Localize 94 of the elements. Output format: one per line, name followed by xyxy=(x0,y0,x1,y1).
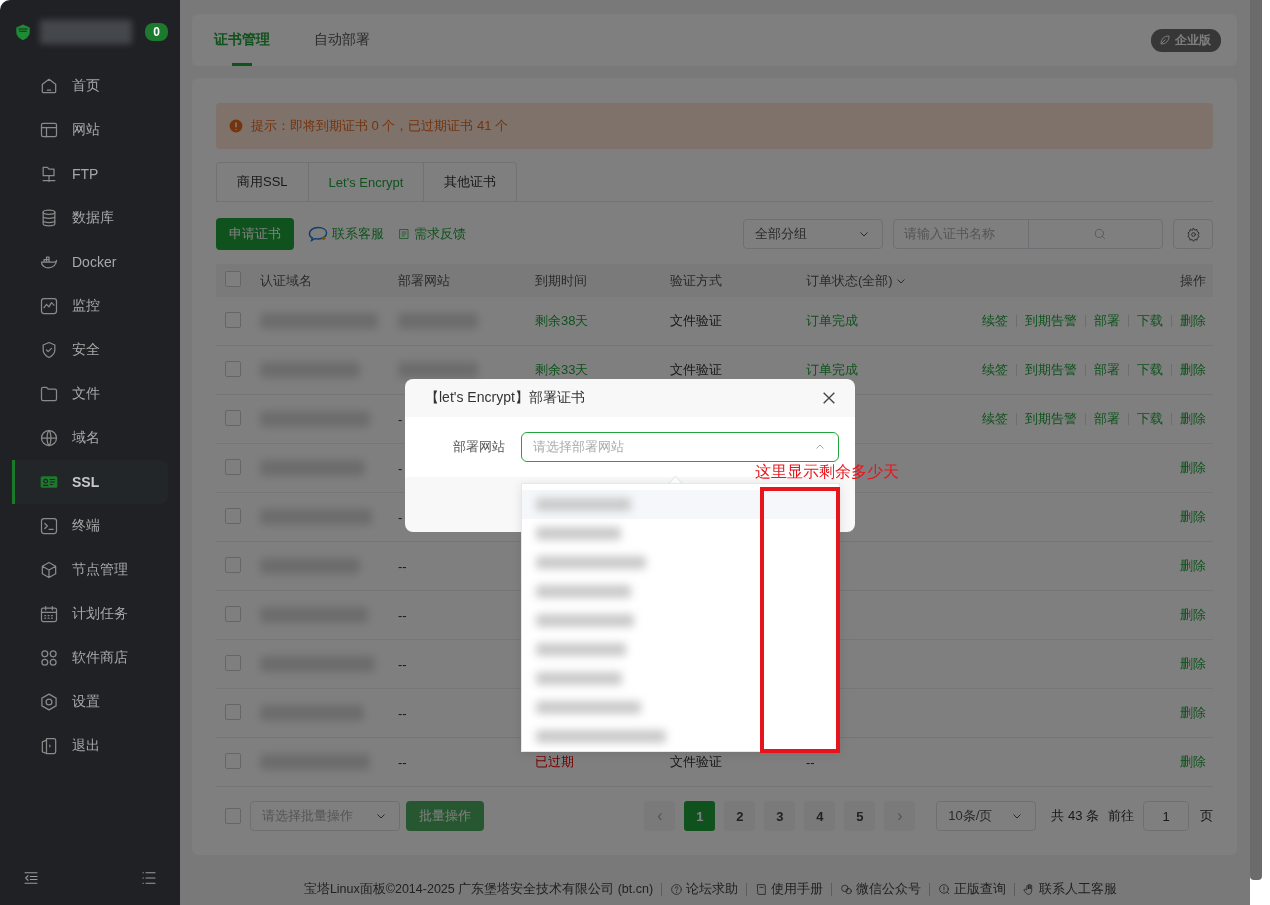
footer-link[interactable]: 正版查询 xyxy=(929,882,1015,896)
action-link[interactable]: 下载 xyxy=(1128,315,1171,327)
table-cell-text: -- xyxy=(398,607,408,623)
table-cell-text: 剩余33天 xyxy=(535,361,590,379)
dialog-title: 【let's Encrypt】部署证书 xyxy=(425,389,586,407)
prev-page-button[interactable]: ‹ xyxy=(644,801,676,831)
sidebar-item[interactable]: 终端 xyxy=(12,504,168,548)
page-button[interactable]: 3 xyxy=(764,801,796,831)
table-cell-text: 文件验证 xyxy=(670,753,723,771)
sidebar-item[interactable]: 节点管理 xyxy=(12,548,168,592)
column-header: 到期时间 xyxy=(535,271,588,290)
sidebar-item[interactable]: 网站 xyxy=(12,108,168,152)
action-link[interactable]: 到期告警 xyxy=(1016,413,1085,425)
action-link[interactable]: 续签 xyxy=(974,364,1016,376)
action-link[interactable]: 部署 xyxy=(1085,413,1128,425)
action-link[interactable]: 删除 xyxy=(1171,315,1206,327)
column-header: 认证域名 xyxy=(260,271,313,290)
sidebar-item[interactable]: 监控 xyxy=(12,284,168,328)
sidebar-item[interactable]: 设置 xyxy=(12,680,168,724)
column-header[interactable]: 订单状态(全部) xyxy=(806,271,1180,290)
action-link[interactable]: 删除 xyxy=(1172,511,1206,523)
table-cell-text: -- xyxy=(398,754,408,770)
action-link[interactable]: 删除 xyxy=(1172,609,1206,621)
page-button[interactable]: 1 xyxy=(684,801,716,831)
table-cell-text: 文件验证 xyxy=(670,361,723,379)
tab[interactable]: 其他证书 xyxy=(423,162,518,201)
action-link[interactable]: 下载 xyxy=(1128,413,1171,425)
action-link[interactable]: 删除 xyxy=(1172,560,1206,572)
sidebar-item[interactable]: 计划任务 xyxy=(12,592,168,636)
batch-button[interactable]: 批量操作 xyxy=(406,801,484,831)
action-link[interactable]: 删除 xyxy=(1172,462,1206,474)
action-link[interactable]: 部署 xyxy=(1085,315,1128,327)
group-select[interactable]: 全部分组 xyxy=(743,219,883,249)
table-cell-text: - xyxy=(398,460,404,476)
table-cell-text: - xyxy=(398,509,404,525)
page-button[interactable]: 5 xyxy=(844,801,876,831)
footer-link[interactable]: 论坛求助 xyxy=(661,882,747,896)
table-cell-text: -- xyxy=(806,754,816,770)
action-link[interactable]: 到期告警 xyxy=(1016,315,1085,327)
column-header: 操作 xyxy=(1180,271,1207,290)
page-input[interactable]: 1 xyxy=(1143,801,1189,831)
tab[interactable]: 自动部署 xyxy=(314,14,370,66)
goto-label: 前往 xyxy=(1108,807,1134,825)
sidebar-item[interactable]: 域名 xyxy=(12,416,168,460)
table-cell-text: -- xyxy=(398,656,408,672)
footer-link[interactable]: 微信公众号 xyxy=(831,882,930,896)
sidebar-item[interactable]: 软件商店 xyxy=(12,636,168,680)
footer-link[interactable]: 使用手册 xyxy=(746,882,832,896)
table-cell-text: -- xyxy=(398,558,408,574)
table-cell-text: -- xyxy=(398,705,408,721)
action-link[interactable]: 删除 xyxy=(1172,658,1206,670)
action-link[interactable]: 续签 xyxy=(974,315,1016,327)
edition-badge: 企业版 xyxy=(1151,28,1221,52)
sidebar-item[interactable]: FTP xyxy=(12,152,168,196)
page-unit: 页 xyxy=(1200,807,1213,825)
field-label: 部署网站 xyxy=(453,438,506,456)
action-link[interactable]: 删除 xyxy=(1172,756,1206,768)
notification-badge: 0 xyxy=(145,23,168,41)
page-button[interactable]: 4 xyxy=(804,801,836,831)
action-link[interactable]: 下载 xyxy=(1128,364,1171,376)
tab[interactable]: 证书管理 xyxy=(214,14,270,66)
sidebar-item[interactable]: 文件 xyxy=(12,372,168,416)
table-cell-text: 订单完成 xyxy=(806,361,859,379)
column-header: 部署网站 xyxy=(398,271,451,290)
action-link[interactable]: 删除 xyxy=(1172,707,1206,719)
table-cell-text: 剩余38天 xyxy=(535,312,590,330)
sidebar-item[interactable]: 首页 xyxy=(12,64,168,108)
table-cell-text: - xyxy=(398,411,404,427)
column-header: 验证方式 xyxy=(670,271,723,290)
apply-certificate-button[interactable]: 申请证书 xyxy=(216,218,294,250)
table-cell-text: 文件验证 xyxy=(670,312,723,330)
action-link[interactable]: 部署 xyxy=(1085,364,1128,376)
link[interactable]: 联系客服 xyxy=(308,225,384,243)
copyright-text: 宝塔Linux面板©2014-2025 广东堡塔安全技术有限公司 (bt.cn) xyxy=(303,880,655,898)
action-link[interactable]: 删除 xyxy=(1171,413,1206,425)
tab[interactable]: 商用SSL xyxy=(216,162,309,201)
total-count: 共 43 条 xyxy=(1051,807,1099,825)
table-cell-text: 订单完成 xyxy=(806,312,859,330)
alert-text: 提示：即将到期证书 0 个，已过期证书 41 个 xyxy=(251,117,509,135)
action-link[interactable]: 删除 xyxy=(1171,364,1206,376)
sidebar-item[interactable]: 数据库 xyxy=(12,196,168,240)
page-size-select[interactable]: 10条/页 xyxy=(936,801,1037,831)
sidebar-item[interactable]: 退出 xyxy=(12,724,168,768)
site-select[interactable]: 请选择部署网站 xyxy=(521,432,839,462)
sidebar-item[interactable]: Docker xyxy=(12,240,168,284)
next-page-button[interactable]: › xyxy=(884,801,916,831)
sidebar-item[interactable]: SSL xyxy=(12,460,168,504)
link[interactable]: 需求反馈 xyxy=(398,225,466,243)
sidebar-item[interactable]: 安全 xyxy=(12,328,168,372)
table-cell-text: 已过期 xyxy=(535,753,575,771)
footer-link[interactable]: 联系人工客服 xyxy=(1014,882,1126,896)
action-link[interactable]: 续签 xyxy=(974,413,1016,425)
page-button[interactable]: 2 xyxy=(724,801,756,831)
action-link[interactable]: 到期告警 xyxy=(1016,364,1085,376)
